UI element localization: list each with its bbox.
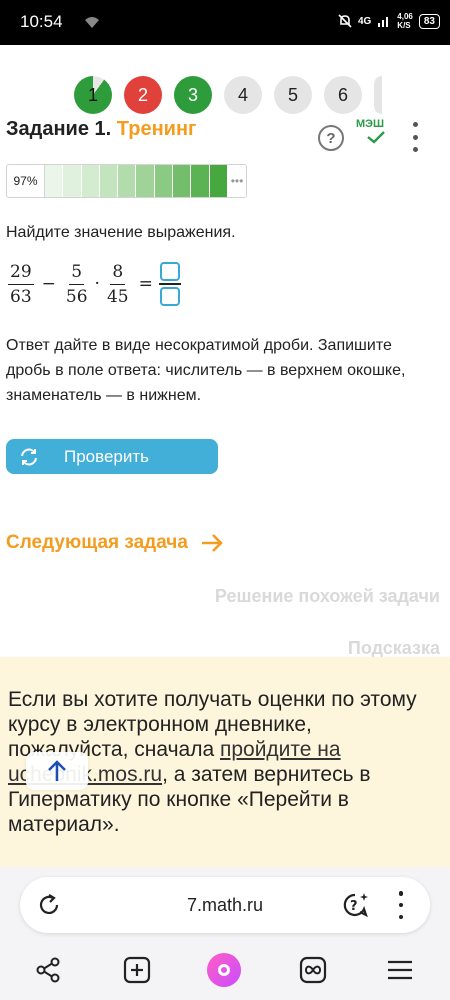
dot-icon [398, 914, 404, 919]
battery-indicator: 83 [418, 13, 440, 29]
network-speed: 4,06 K/S [397, 12, 413, 30]
more-menu-button[interactable] [410, 122, 420, 152]
task-nav-item-5[interactable]: 5 [274, 76, 312, 114]
mute-icon [338, 14, 352, 28]
check-button-label: Проверить [64, 446, 150, 466]
progress-cell [136, 165, 155, 197]
scroll-to-top-button[interactable] [26, 752, 88, 790]
progress-cell [45, 165, 64, 197]
browser-bottom-nav [0, 949, 450, 989]
progress-cell [191, 165, 210, 197]
progress-bar: 97% ••• [6, 164, 247, 198]
multiply-operator: · [94, 274, 100, 294]
dot-icon [412, 134, 418, 140]
progress-more: ••• [230, 174, 244, 188]
task-prompt: Найдите значение выражения. [6, 224, 236, 241]
status-indicators: 4G 4,06 K/S 83 [338, 12, 440, 30]
progress-cell [154, 165, 174, 197]
fraction-bar [158, 283, 181, 285]
answer-fraction [158, 261, 181, 307]
fraction-3: 8 45 [106, 261, 129, 307]
progress-cell [99, 165, 119, 197]
task-instructions: Ответ дайте в виде несократимой дроби. З… [6, 337, 406, 404]
progress-cell [118, 165, 137, 197]
menu-icon[interactable] [385, 955, 415, 985]
browser-menu-button[interactable] [398, 891, 404, 919]
network-type: 4G [357, 15, 372, 27]
progress-cell [209, 165, 228, 197]
share-icon[interactable] [33, 955, 63, 985]
fraction-1: 29 63 [8, 261, 34, 307]
status-bar: 10:54 4G 4,06 K/S 83 [0, 0, 450, 45]
new-tab-icon[interactable] [122, 955, 152, 985]
address-bar[interactable]: 7.math.ru ? [20, 877, 430, 933]
arrow-right-icon [201, 534, 223, 552]
assistant-icon[interactable]: ? [342, 891, 370, 919]
signal-icon [378, 17, 389, 27]
dot-icon [412, 122, 418, 127]
math-expression: 29 63 − 5 56 · 8 45 = [6, 258, 181, 310]
page-title: Задание 1. Тренинг [6, 118, 197, 140]
alice-assistant-icon[interactable] [207, 953, 241, 987]
similar-solution-link[interactable]: Решение похожей задачи [215, 586, 440, 607]
task-nav-item-4[interactable]: 4 [224, 76, 262, 114]
progress-label: 97% [7, 165, 45, 197]
hint-link[interactable]: Подсказка [348, 638, 440, 659]
fraction-2: 5 56 [65, 261, 88, 307]
check-button[interactable]: Проверить [6, 439, 218, 474]
progress-cell [63, 165, 82, 197]
denominator-input[interactable] [159, 286, 180, 306]
browser-toolbar: 7.math.ru ? [0, 867, 450, 1000]
svg-text:?: ? [350, 899, 358, 914]
tabs-icon[interactable] [298, 955, 328, 985]
progress-cell [173, 165, 192, 197]
dot-icon [398, 891, 404, 896]
arrow-up-icon [48, 760, 66, 781]
dot-icon [412, 147, 418, 152]
task-nav-item-1[interactable]: 1 [74, 76, 112, 114]
numerator-input[interactable] [159, 262, 180, 282]
help-button[interactable]: ? [318, 125, 344, 151]
mesh-badge[interactable]: МЭШ [356, 118, 386, 144]
task-nav-item-2[interactable]: 2 [124, 76, 162, 114]
task-nav-item-6[interactable]: 6 [324, 76, 362, 114]
task-nav-item-3[interactable]: 3 [174, 76, 212, 114]
wifi-icon [85, 17, 99, 28]
progress-cell [81, 165, 100, 197]
task-navigation: 1 2 3 4 5 6 [0, 76, 450, 114]
checkmark-icon [367, 131, 385, 144]
equals-sign: = [138, 274, 153, 294]
minus-operator: − [41, 274, 56, 294]
status-time: 10:54 [20, 12, 63, 31]
refresh-icon [21, 448, 37, 465]
next-task-link[interactable]: Следующая задача [6, 532, 224, 554]
task-nav-item-partial[interactable] [374, 76, 382, 114]
dot-icon [398, 902, 404, 908]
progress-cells [45, 165, 228, 197]
